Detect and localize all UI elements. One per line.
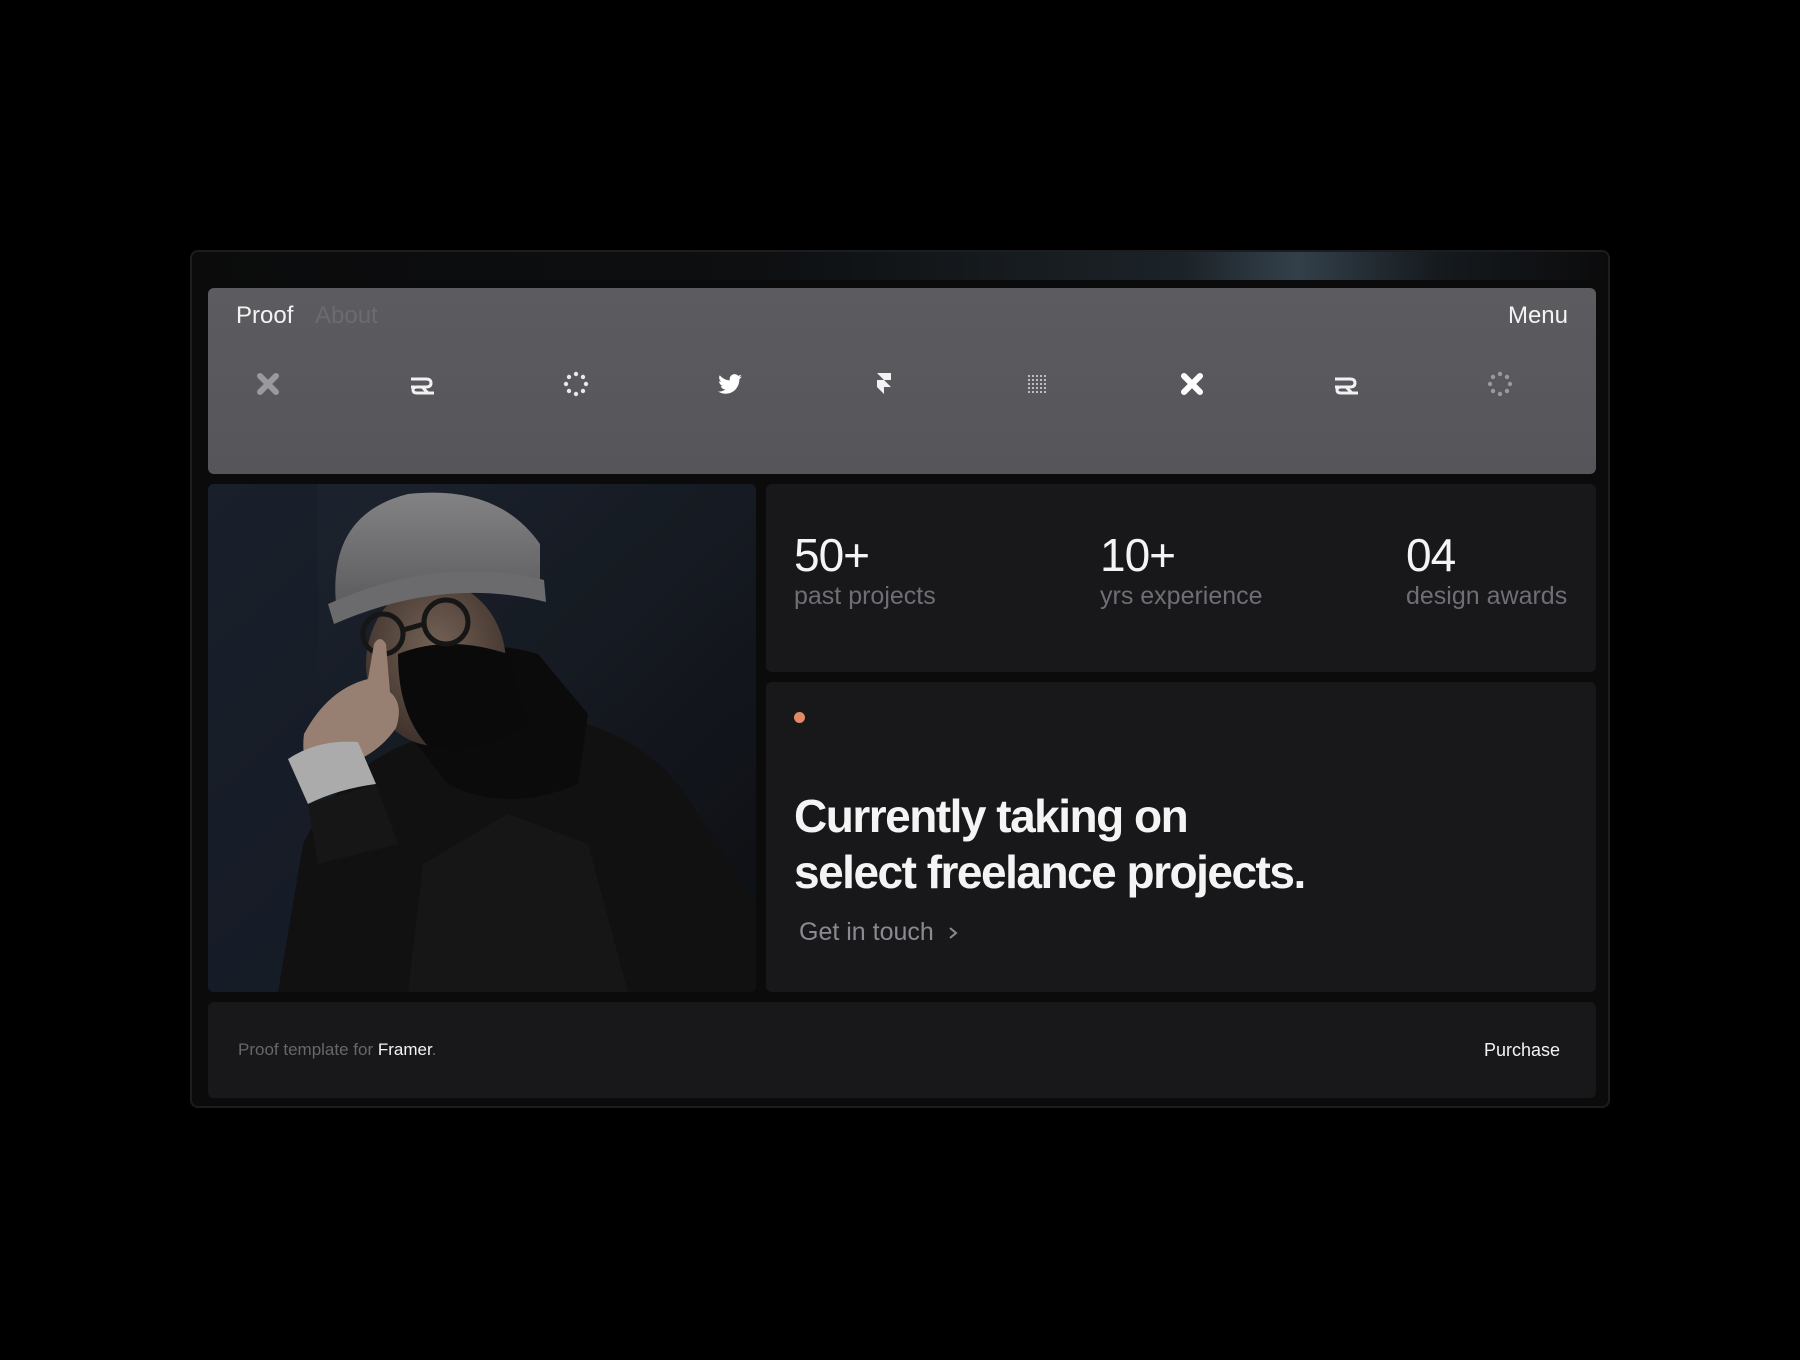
stat-years-experience: 10+ yrs experience [1100,530,1263,611]
stat-design-awards: 04 design awards [1406,530,1567,611]
status-dot [794,712,805,723]
window-top-strip [192,252,1608,280]
purchase-button[interactable]: Purchase [1484,1040,1560,1061]
stat-label: yrs experience [1100,582,1263,610]
portrait-illustration [208,484,756,992]
knot-logo-icon[interactable] [1326,364,1366,404]
stat-label: design awards [1406,582,1568,610]
get-in-touch-link[interactable]: Get in touch [799,918,960,947]
framer-logo-icon[interactable] [864,364,904,404]
browser-frame: Proof About Menu 50+ past projects 10+ y… [190,250,1610,1108]
stats-panel: 50+ past projects 10+ yrs experience 04 … [766,484,1596,672]
dotted-circle-icon[interactable] [1480,364,1520,404]
portrait-photo [208,484,756,992]
x-mark-icon[interactable] [1172,364,1212,404]
stat-value: 10+ [1100,529,1176,581]
stat-value: 50+ [794,529,870,581]
headline-line-1: Currently taking on [794,790,1189,842]
footer-credit: Proof template for Framer. [238,1040,436,1060]
menu-button[interactable]: Menu [1508,302,1568,330]
footer-suffix: . [431,1040,437,1059]
client-logo-strip [248,364,1564,404]
x-mark-icon[interactable] [248,364,288,404]
brand-logo-text[interactable]: Proof [236,302,293,330]
stat-past-projects: 50+ past projects [794,530,936,611]
chevron-right-icon [949,926,958,939]
availability-headline: Currently taking on select freelance proj… [794,788,1306,900]
twitter-bird-icon[interactable] [710,364,750,404]
dotted-circle-icon[interactable] [556,364,596,404]
stat-value: 04 [1406,529,1456,581]
stat-label: past projects [794,582,936,610]
site-header: Proof About Menu [208,288,1596,474]
framer-link[interactable]: Framer [378,1040,432,1059]
dot-grid-icon[interactable] [1018,364,1058,404]
get-in-touch-label: Get in touch [799,918,934,946]
availability-panel: Currently taking on select freelance proj… [766,682,1596,992]
headline-line-2: select freelance projects. [794,846,1306,898]
footer-prefix: Proof template for [238,1040,374,1059]
nav-link-about[interactable]: About [315,302,378,330]
site-footer: Proof template for Framer. Purchase [208,1002,1596,1098]
knot-logo-icon[interactable] [402,364,442,404]
